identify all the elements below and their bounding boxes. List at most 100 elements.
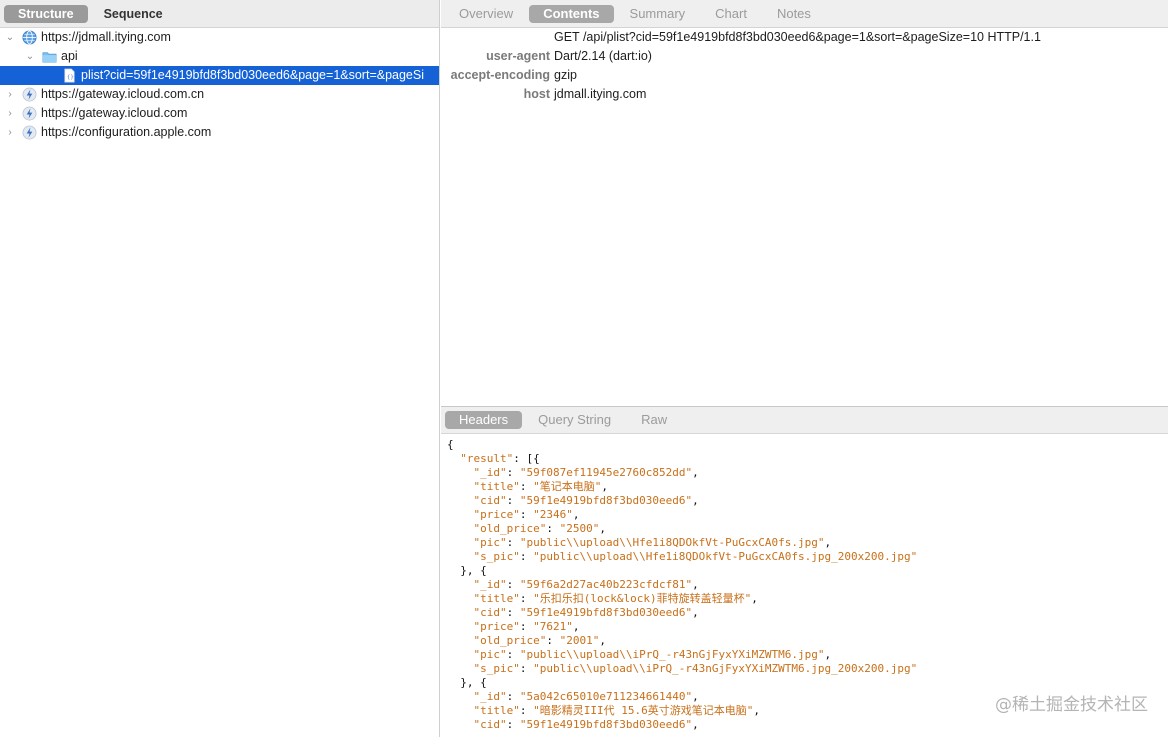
tree-row-host[interactable]: › https://configuration.apple.com [0, 123, 439, 142]
json-punct: : [506, 648, 520, 661]
tree-label: https://configuration.apple.com [41, 125, 212, 139]
json-line: "result": [{ [447, 452, 1168, 466]
json-string: "7621" [533, 620, 573, 633]
tree-row-host[interactable]: › https://gateway.icloud.com [0, 104, 439, 123]
json-punct: : [546, 634, 560, 647]
json-punct: : [519, 620, 534, 633]
json-line: }, { [447, 564, 1168, 578]
json-key: "old_price" [473, 634, 547, 647]
tab-sequence[interactable]: Sequence [90, 5, 177, 23]
json-punct: , [692, 606, 699, 619]
json-string: "59f6a2d27ac40b223cfdcf81" [519, 578, 693, 591]
chevron-down-icon[interactable]: ⌄ [25, 47, 35, 66]
json-key: "title" [473, 592, 520, 605]
tree-row-request[interactable]: {} plist?cid=59f1e4919bfd8f3bd030eed6&pa… [0, 66, 439, 85]
tab-structure[interactable]: Structure [4, 4, 88, 23]
tab-headers[interactable]: Headers [445, 411, 523, 429]
json-punct: , [692, 690, 699, 703]
json-string: "2500" [559, 522, 600, 535]
json-string: "59f1e4919bfd8f3bd030eed6" [519, 606, 693, 619]
json-string: "public\\upload\\Hfe1i8QDOkfVt-PuGcxCA0f… [533, 550, 918, 563]
json-key: "result" [460, 452, 514, 465]
json-punct: : [519, 550, 534, 563]
json-punct: , [753, 704, 760, 717]
detail-pane: Overview Contents Summary Chart Notes GE… [441, 0, 1168, 737]
tab-chart[interactable]: Chart [701, 5, 761, 23]
json-key: "price" [473, 620, 520, 633]
json-key: "s_pic" [473, 550, 520, 563]
json-punct: : [519, 592, 534, 605]
header-value: jdmall.itying.com [554, 87, 647, 101]
tab-query-string[interactable]: Query String [524, 411, 625, 429]
header-row: host jdmall.itying.com [441, 85, 1168, 104]
header-value: gzip [554, 68, 577, 82]
json-punct: }, { [460, 564, 487, 577]
header-value: Dart/2.14 (dart:io) [554, 49, 652, 63]
json-key: "pic" [473, 536, 507, 549]
tab-overview[interactable]: Overview [445, 5, 527, 23]
json-key: "_id" [473, 578, 507, 591]
tab-summary[interactable]: Summary [616, 5, 700, 23]
json-key: "cid" [473, 606, 507, 619]
json-string: "59f087ef11945e2760c852dd" [519, 466, 693, 479]
json-punct: , [572, 620, 580, 633]
response-tabbar: Headers Query String Raw [441, 407, 1168, 434]
json-line: "pic": "public\\upload\\Hfe1i8QDOkfVt-Pu… [447, 536, 1168, 550]
json-line: "price": "2346", [447, 508, 1168, 522]
tree-row-host[interactable]: › https://gateway.icloud.com.cn [0, 85, 439, 104]
json-string: "笔记本电脑" [533, 480, 602, 493]
json-punct: : [506, 536, 520, 549]
json-punct: : [519, 480, 534, 493]
json-punct: , [692, 578, 699, 591]
json-line: "cid": "59f1e4919bfd8f3bd030eed6", [447, 606, 1168, 620]
svg-text:{}: {} [67, 74, 74, 80]
json-key: "title" [473, 480, 520, 493]
json-punct: , [824, 648, 832, 661]
json-punct: , [601, 480, 608, 493]
request-line-row: GET /api/plist?cid=59f1e4919bfd8f3bd030e… [441, 28, 1168, 47]
json-string: "public\\upload\\iPrQ_-r43nGjFyxYXiMZWTM… [533, 662, 918, 675]
json-line: "title": "乐扣乐扣(lock&lock)菲特旋转盖轻量杯", [447, 592, 1168, 606]
tab-raw[interactable]: Raw [627, 411, 681, 429]
chevron-right-icon[interactable]: › [5, 85, 15, 104]
chevron-right-icon[interactable]: › [5, 123, 15, 142]
header-key: host [523, 87, 550, 101]
folder-icon [42, 52, 57, 63]
tree-row-folder[interactable]: ⌄ api [0, 47, 439, 66]
json-line: { [447, 438, 1168, 452]
tab-contents[interactable]: Contents [529, 4, 614, 23]
json-string: "暗影精灵III代 15.6英寸游戏笔记本电脑" [533, 704, 754, 717]
json-string: "2346" [533, 508, 573, 521]
json-string: "乐扣乐扣(lock&lock)菲特旋转盖轻量杯" [533, 592, 752, 605]
json-string: "public\\upload\\Hfe1i8QDOkfVt-PuGcxCA0f… [519, 536, 825, 549]
json-key: "cid" [473, 494, 507, 507]
header-row: user-agent Dart/2.14 (dart:io) [441, 47, 1168, 66]
json-punct: : [506, 494, 520, 507]
tree-label: plist?cid=59f1e4919bfd8f3bd030eed6&page=… [81, 68, 424, 82]
structure-pane: Structure Sequence ⌄ https://jdmall.ityi… [0, 0, 440, 737]
tree-label: api [61, 49, 78, 63]
json-punct: : [{ [513, 452, 540, 465]
json-punct: , [599, 522, 606, 535]
bolt-icon [22, 87, 37, 102]
json-line: "price": "7621", [447, 620, 1168, 634]
tree-label: https://gateway.icloud.com.cn [41, 87, 205, 101]
tree-label: https://jdmall.itying.com [41, 30, 171, 44]
json-line: }, { [447, 676, 1168, 690]
json-key: "s_pic" [473, 662, 520, 675]
watermark: @稀土掘金技术社区 [995, 695, 1148, 715]
json-key: "old_price" [473, 522, 547, 535]
request-line: GET /api/plist?cid=59f1e4919bfd8f3bd030e… [554, 30, 1041, 44]
json-punct: : [506, 466, 520, 479]
right-tabbar: Overview Contents Summary Chart Notes [441, 0, 1168, 28]
bolt-icon [22, 125, 37, 140]
chevron-right-icon[interactable]: › [5, 104, 15, 123]
tree-row-host[interactable]: ⌄ https://jdmall.itying.com [0, 28, 439, 47]
chevron-down-icon[interactable]: ⌄ [5, 28, 15, 47]
json-punct: : [506, 606, 520, 619]
bolt-icon [22, 106, 37, 121]
tab-notes[interactable]: Notes [763, 5, 825, 23]
globe-icon [22, 30, 37, 45]
host-tree: ⌄ https://jdmall.itying.com ⌄ api {} pli… [0, 28, 439, 142]
json-key: "price" [473, 508, 520, 521]
